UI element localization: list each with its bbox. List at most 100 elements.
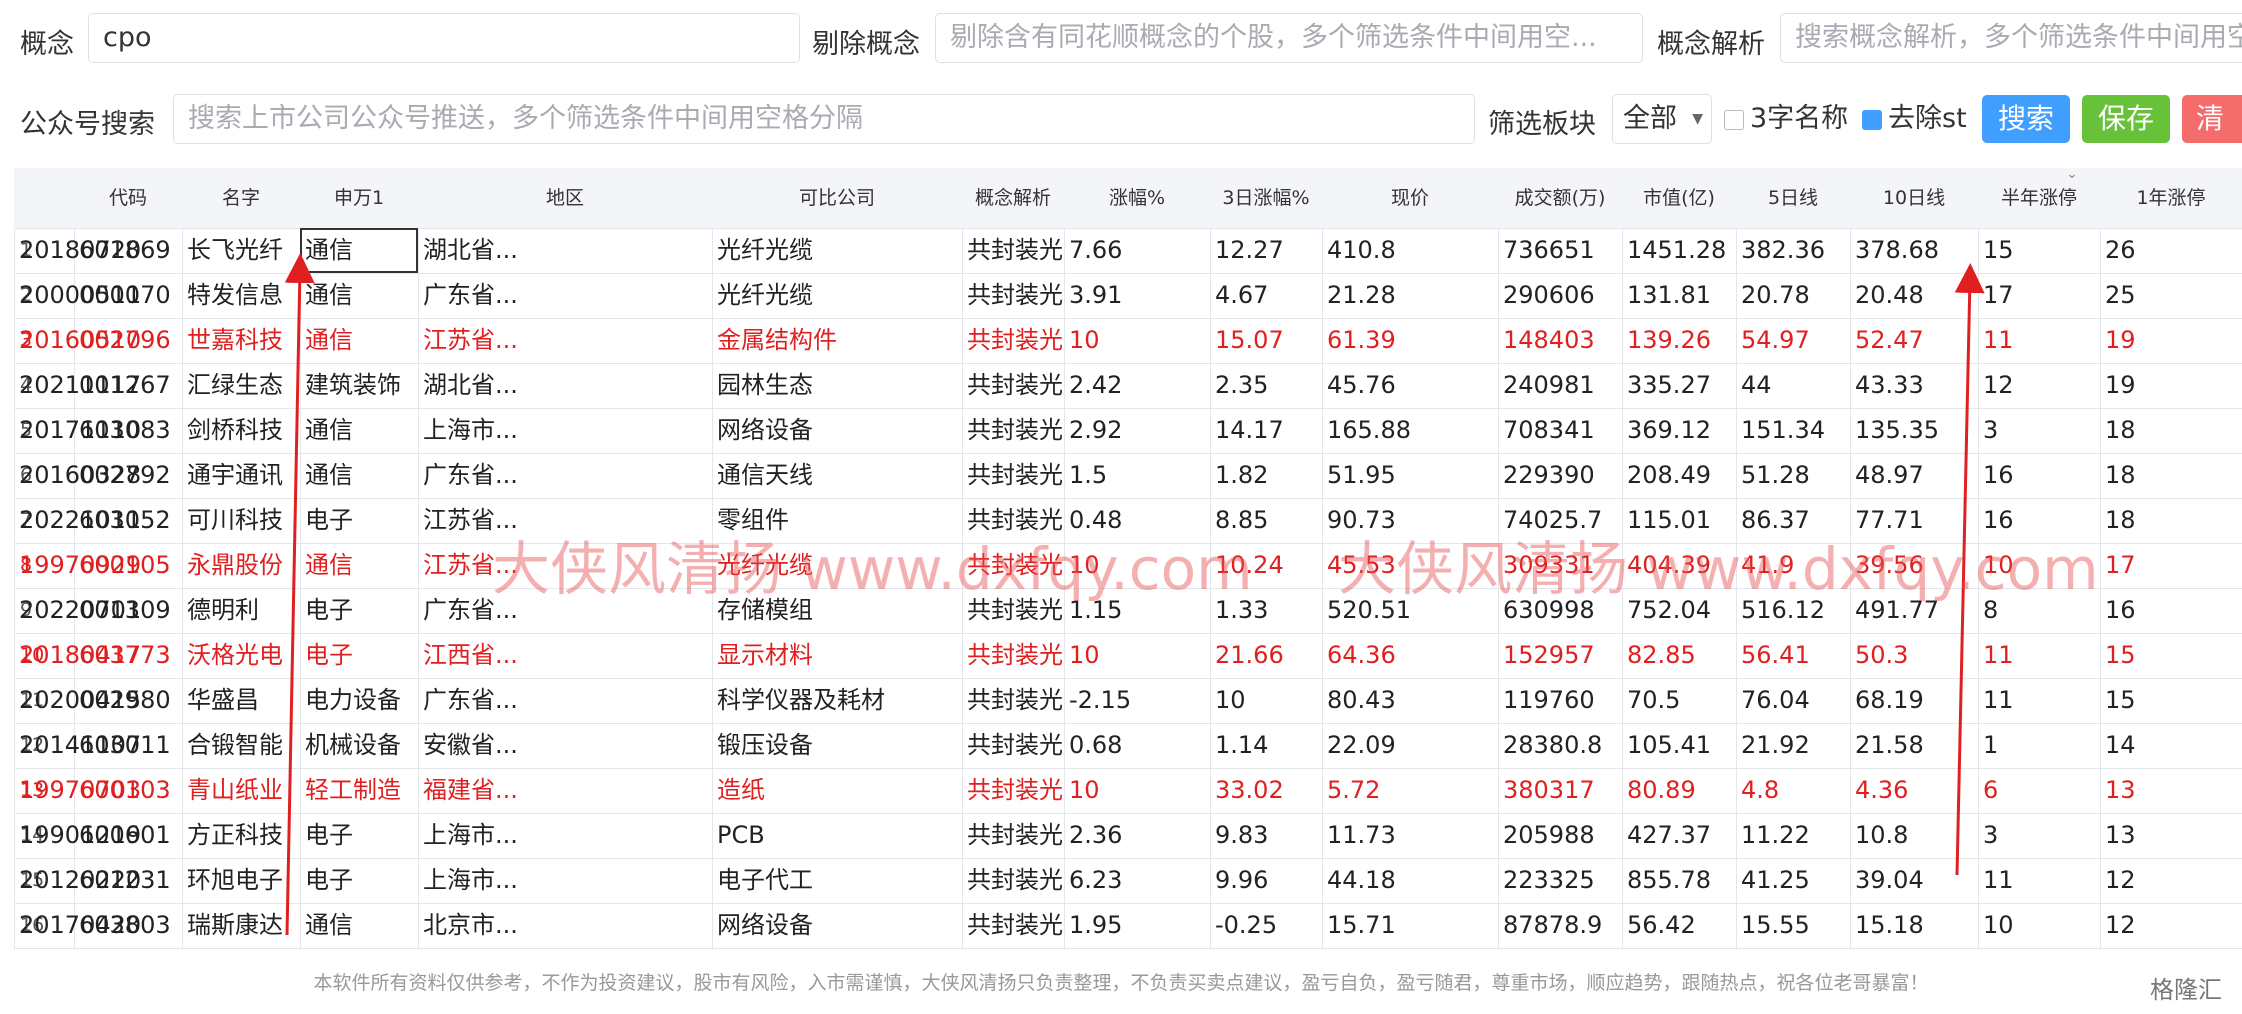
cell-year-limitup[interactable]: 15 <box>2100 633 2242 678</box>
cell-change[interactable]: -2.15 <box>1064 678 1210 723</box>
cell-region[interactable]: 湖北省... <box>418 228 712 273</box>
column-header-change3d[interactable]: 3日涨幅% <box>1210 168 1322 228</box>
table-row[interactable]: 4001267汇绿生态建筑装饰湖北省...园林生态共封装光学(CPO):20..… <box>14 363 2242 409</box>
cell-name[interactable]: 华盛昌 <box>182 678 300 723</box>
table-row[interactable]: 16603803瑞斯康达通信北京市...网络设备共封装光学(CPO):根...1… <box>14 903 2242 949</box>
cell-change3d[interactable]: 33.02 <box>1210 768 1322 813</box>
cell-region[interactable]: 上海市... <box>418 813 712 858</box>
cell-name[interactable]: 剑桥科技 <box>182 408 300 453</box>
save-button[interactable]: 保存 <box>2082 95 2170 143</box>
cell-mktcap[interactable]: 56.42 <box>1622 903 1736 948</box>
cell-year-limitup[interactable]: 19 <box>2100 363 2242 408</box>
cell-ma5[interactable]: 382.36 <box>1736 228 1850 273</box>
cell-list-date[interactable]: 20221011 <box>14 498 141 543</box>
cell-price[interactable]: 22.09 <box>1322 723 1498 768</box>
cell-halfyear-limitup[interactable]: 6 <box>1978 768 2100 813</box>
column-header-ma5[interactable]: 5日线 <box>1736 168 1850 228</box>
cell-peer[interactable]: PCB <box>712 813 962 858</box>
cell-halfyear-limitup[interactable]: 1 <box>1978 723 2100 768</box>
cell-sector[interactable]: 电子 <box>300 813 418 858</box>
table-row[interactable]: 11002980华盛昌电力设备广东省...科学仪器及耗材共封装光学(CPO):根… <box>14 678 2242 724</box>
cell-year-limitup[interactable]: 13 <box>2100 813 2242 858</box>
cell-price[interactable]: 11.73 <box>1322 813 1498 858</box>
cell-price[interactable]: 15.71 <box>1322 903 1498 948</box>
table-row[interactable]: 12603011合锻智能机械设备安徽省...锻压设备共封装光学(CPO):20.… <box>14 723 2242 769</box>
cell-name[interactable]: 汇绿生态 <box>182 363 300 408</box>
cell-list-date[interactable]: 19970929 <box>14 543 141 588</box>
cell-region[interactable]: 江西省... <box>418 633 712 678</box>
cell-region[interactable]: 广东省... <box>418 678 712 723</box>
cell-mktcap[interactable]: 427.37 <box>1622 813 1736 858</box>
cell-list-date[interactable]: 19970703 <box>14 768 141 813</box>
cell-list-date[interactable]: 20220701 <box>14 588 141 633</box>
cell-sector[interactable]: 电子 <box>300 858 418 903</box>
cell-halfyear-limitup[interactable]: 3 <box>1978 813 2100 858</box>
cell-sector[interactable]: 通信 <box>300 903 418 948</box>
cell-ma10[interactable]: 21.58 <box>1850 723 1978 768</box>
cell-name[interactable]: 青山纸业 <box>182 768 300 813</box>
cell-ma5[interactable]: 15.55 <box>1736 903 1850 948</box>
cell-ma5[interactable]: 11.22 <box>1736 813 1850 858</box>
cell-region[interactable]: 上海市... <box>418 408 712 453</box>
cell-mktcap[interactable]: 105.41 <box>1622 723 1736 768</box>
cell-ma5[interactable]: 4.8 <box>1736 768 1850 813</box>
table-row[interactable]: 13600103青山纸业轻工制造福建省...造纸共封装光学(CPO):20...… <box>14 768 2242 814</box>
cell-concept[interactable]: 共封装光学(CPO):根... <box>962 273 1064 318</box>
cell-turnover[interactable]: 736651 <box>1498 228 1622 273</box>
column-header-turnover[interactable]: 成交额(万) <box>1498 168 1622 228</box>
cell-year-limitup[interactable]: 25 <box>2100 273 2242 318</box>
cell-concept[interactable]: 共封装光学(CPO):20... <box>962 723 1064 768</box>
cell-name[interactable]: 通宇通讯 <box>182 453 300 498</box>
cell-price[interactable]: 64.36 <box>1322 633 1498 678</box>
column-header-year-limitup[interactable]: 1年涨停 <box>2100 168 2242 228</box>
cell-price[interactable]: 21.28 <box>1322 273 1498 318</box>
column-header-change[interactable]: 涨幅% <box>1064 168 1210 228</box>
cell-region[interactable]: 广东省... <box>418 453 712 498</box>
cell-ma10[interactable]: 378.68 <box>1850 228 1978 273</box>
cell-region[interactable]: 安徽省... <box>418 723 712 768</box>
cell-list-date[interactable]: 20170420 <box>14 903 141 948</box>
table-row[interactable]: 14600601方正科技电子上海市...PCB共封装光学(CPO):20...2… <box>14 813 2242 859</box>
cell-price[interactable]: 44.18 <box>1322 858 1498 903</box>
cell-name[interactable]: 沃格光电 <box>182 633 300 678</box>
cell-year-limitup[interactable]: 26 <box>2100 228 2242 273</box>
cell-price[interactable]: 165.88 <box>1322 408 1498 453</box>
cell-halfyear-limitup[interactable]: 10 <box>1978 903 2100 948</box>
cell-price[interactable]: 80.43 <box>1322 678 1498 723</box>
cell-sector[interactable]: 通信 <box>300 408 418 453</box>
cell-turnover[interactable]: 148403 <box>1498 318 1622 363</box>
cell-ma10[interactable]: 10.8 <box>1850 813 1978 858</box>
cell-peer[interactable]: 金属结构件 <box>712 318 962 363</box>
cell-year-limitup[interactable]: 19 <box>2100 318 2242 363</box>
table-row[interactable]: 2000070特发信息通信广东省...光纤光缆共封装光学(CPO):根...3.… <box>14 273 2242 319</box>
cell-concept[interactable]: 共封装光学(CPO):20... <box>962 363 1064 408</box>
cell-sector[interactable]: 通信 <box>300 543 418 588</box>
cell-change[interactable]: 0.68 <box>1064 723 1210 768</box>
cell-turnover[interactable]: 708341 <box>1498 408 1622 453</box>
cell-change[interactable]: 2.36 <box>1064 813 1210 858</box>
cell-turnover[interactable]: 119760 <box>1498 678 1622 723</box>
cell-list-date[interactable]: 20000511 <box>14 273 141 318</box>
cell-change[interactable]: 2.42 <box>1064 363 1210 408</box>
cell-year-limitup[interactable]: 16 <box>2100 588 2242 633</box>
table-row[interactable]: 3002796世嘉科技通信江苏省...金属结构件共封装光学(CPO):20...… <box>14 318 2242 364</box>
cell-peer[interactable]: 科学仪器及耗材 <box>712 678 962 723</box>
cell-ma10[interactable]: 39.04 <box>1850 858 1978 903</box>
cell-year-limitup[interactable]: 15 <box>2100 678 2242 723</box>
cell-sector[interactable]: 通信 <box>300 318 418 363</box>
cell-concept[interactable]: 共封装光学(CPO):根... <box>962 678 1064 723</box>
cell-mktcap[interactable]: 139.26 <box>1622 318 1736 363</box>
cell-turnover[interactable]: 380317 <box>1498 768 1622 813</box>
cell-halfyear-limitup[interactable]: 12 <box>1978 363 2100 408</box>
cell-peer[interactable]: 网络设备 <box>712 408 962 453</box>
cell-list-date[interactable]: 19901219 <box>14 813 141 858</box>
cell-ma10[interactable]: 50.3 <box>1850 633 1978 678</box>
cell-name[interactable]: 环旭电子 <box>182 858 300 903</box>
cell-change3d[interactable]: 14.17 <box>1210 408 1322 453</box>
cell-name[interactable]: 合锻智能 <box>182 723 300 768</box>
cell-concept[interactable]: 共封装光学(CPO):20... <box>962 408 1064 453</box>
cell-list-date[interactable]: 20160510 <box>14 318 141 363</box>
cell-change[interactable]: 10 <box>1064 318 1210 363</box>
cell-change[interactable]: 10 <box>1064 768 1210 813</box>
cell-change[interactable]: 10 <box>1064 633 1210 678</box>
